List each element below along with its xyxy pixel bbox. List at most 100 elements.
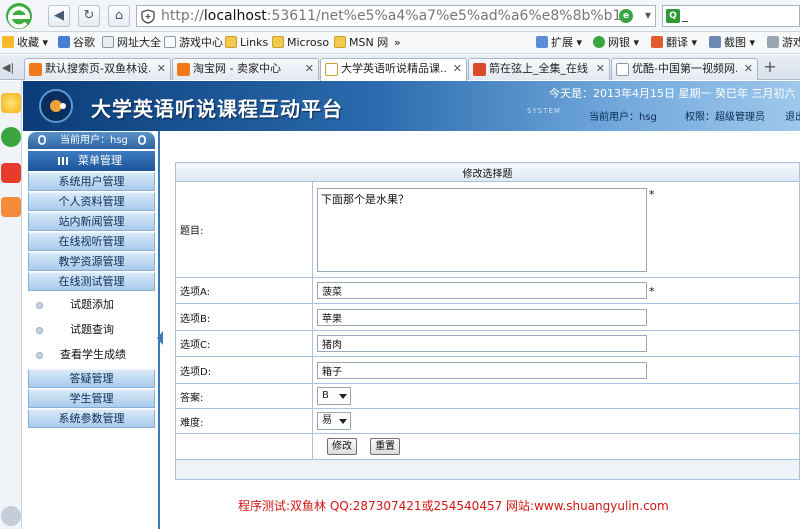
fav-extensions[interactable]: 扩展 ▾: [536, 35, 582, 51]
option-b-input[interactable]: [317, 308, 647, 326]
sidebar-subitem-query-question[interactable]: 试题查询: [28, 318, 155, 342]
fav-game-center[interactable]: 游戏中心: [164, 35, 223, 51]
sidebar-subitem-student-scores[interactable]: 查看学生成绩: [28, 343, 155, 367]
sidebar-item-profile[interactable]: 个人资料管理: [28, 192, 155, 211]
answer-label: 答案:: [175, 383, 313, 409]
fav-collect[interactable]: 收藏 ▾: [2, 35, 48, 51]
compat-mode-icon[interactable]: e: [619, 9, 633, 23]
fav-microsoft[interactable]: Microso: [272, 35, 329, 51]
url-dropdown-icon[interactable]: ▾: [645, 8, 651, 22]
game-icon: [767, 36, 779, 48]
web-app: 大学英语听说课程互动平台 今天是：2013年4月15日 星期一 癸巳年 三月初六…: [23, 81, 800, 529]
sidebar-item-news[interactable]: 站内新闻管理: [28, 212, 155, 231]
sidebar-item-students[interactable]: 学生管理: [28, 389, 155, 408]
url-input[interactable]: http://localhost:53611/net%e5%a4%a7%e5%a…: [136, 5, 656, 27]
history-clock-icon[interactable]: [1, 127, 21, 147]
fav-overflow[interactable]: »: [394, 35, 401, 51]
taobao-icon: [29, 63, 42, 76]
close-icon[interactable]: ✕: [157, 59, 166, 79]
fav-netbank[interactable]: 网银 ▾: [593, 35, 639, 51]
taobao-icon: [177, 63, 190, 76]
difficulty-select[interactable]: 易: [317, 412, 351, 430]
brand-logo-icon: [39, 89, 73, 123]
sidebar-item-qa[interactable]: 答疑管理: [28, 369, 155, 388]
sidebar-item-system-params[interactable]: 系统参数管理: [28, 409, 155, 428]
fav-google[interactable]: 谷歌: [58, 35, 95, 51]
question-textarea[interactable]: 下面那个是水果？: [317, 187, 647, 272]
fav-screenshot[interactable]: 截图 ▾: [709, 35, 755, 51]
folder-icon: [272, 36, 284, 48]
sidebar-item-resources[interactable]: 教学资源管理: [28, 252, 155, 271]
fav-game[interactable]: 游戏: [767, 35, 800, 51]
sidebar-toggle-icon[interactable]: ◀|: [2, 61, 14, 74]
browser-logo-icon: [6, 3, 32, 29]
screenshot-icon: [709, 36, 721, 48]
page-icon: [164, 36, 176, 48]
mail-icon[interactable]: [1, 197, 21, 217]
search-engine-icon[interactable]: Q: [666, 9, 680, 23]
weibo-icon[interactable]: [1, 163, 21, 183]
sidebar-item-online-test[interactable]: 在线测试管理: [28, 272, 155, 291]
sidebar-item-audio-video[interactable]: 在线视听管理: [28, 232, 155, 251]
option-c-input[interactable]: [317, 335, 647, 352]
browser-side-rail: [0, 81, 22, 529]
chevron-down-icon: [339, 419, 347, 424]
sidebar-menu: 当前用户：hsg 菜单管理 系统用户管理 个人资料管理 站内新闻管理 在线视听管…: [23, 131, 163, 529]
new-tab-button[interactable]: +: [762, 59, 778, 76]
back-icon[interactable]: ◀: [48, 5, 70, 27]
browser-address-bar: ◀ ↻ ⌂ http://localhost:53611/net%e5%a4%a…: [0, 0, 800, 32]
site-title: 大学英语听说课程互动平台: [91, 97, 343, 121]
option-a-input[interactable]: [317, 282, 647, 299]
folder-icon: [334, 36, 346, 48]
menu-title: 菜单管理: [28, 151, 155, 171]
today-date: 今天是：2013年4月15日 星期一 癸巳年 三月初六: [549, 87, 796, 100]
option-d-input[interactable]: [317, 361, 647, 379]
option-b-label: 选项B:: [175, 303, 313, 331]
question-label: 题目:: [175, 181, 313, 278]
header-permission: 权限：超级管理员: [685, 112, 765, 123]
difficulty-label: 难度:: [175, 408, 313, 434]
tab-taobao-seller[interactable]: 淘宝网 - 卖家中心 ✕: [172, 58, 319, 80]
close-icon[interactable]: ✕: [453, 59, 462, 79]
bullet-icon: [36, 302, 43, 309]
ku-icon: [473, 63, 486, 76]
close-icon[interactable]: ✕: [305, 59, 314, 79]
search-input[interactable]: Q _: [662, 5, 800, 27]
fav-links[interactable]: Links: [225, 35, 268, 51]
reset-button[interactable]: 重置: [370, 438, 401, 455]
refresh-icon[interactable]: ↻: [78, 5, 100, 27]
tab-college-english[interactable]: 大学英语听说精品课... ✕: [320, 58, 467, 81]
tab-drama[interactable]: 箭在弦上_全集_在线... ✕: [468, 58, 610, 80]
collapse-sidebar-icon[interactable]: [157, 331, 163, 345]
answer-select[interactable]: B: [317, 387, 351, 405]
binder-ring-icon: [138, 135, 146, 145]
site-banner: 大学英语听说课程互动平台 今天是：2013年4月15日 星期一 癸巳年 三月初六…: [23, 81, 800, 131]
tab-youku[interactable]: 优酷-中国第一视频网... ✕: [611, 58, 758, 80]
option-d-label: 选项D:: [175, 356, 313, 384]
settings-gear-icon[interactable]: [1, 506, 21, 526]
bullet-icon: [36, 327, 43, 334]
tab-default-search[interactable]: 默认搜索页-双鱼林设... ✕: [24, 58, 171, 80]
favorites-star-icon[interactable]: [1, 93, 21, 113]
asp-icon: [325, 63, 338, 76]
sidebar-item-system-users[interactable]: 系统用户管理: [28, 172, 155, 191]
sidebar-subitem-add-question[interactable]: 试题添加: [28, 293, 155, 317]
fav-msn[interactable]: MSN 网: [334, 35, 388, 51]
sidebar-current-user: 当前用户：hsg: [28, 132, 155, 149]
footer-credit: 程序测试:双鱼林 QQ:287307421或254540457 网站:www.s…: [238, 499, 669, 513]
fav-url-directory[interactable]: 网址大全: [102, 35, 161, 51]
logout-link[interactable]: 退出: [785, 108, 800, 123]
form-footer-row: [175, 459, 800, 480]
form-caption: 修改选择题: [175, 162, 800, 182]
bullet-icon: [36, 352, 43, 359]
close-icon[interactable]: ✕: [744, 59, 753, 79]
form-table: 修改选择题 题目: 下面那个是水果？* 选项A: * 选项B: 选项C:: [175, 162, 800, 480]
close-icon[interactable]: ✕: [596, 59, 605, 79]
fav-translate[interactable]: 翻译 ▾: [651, 35, 697, 51]
url-text: http://localhost:53611/net%e5%a4%a7%e5%a…: [161, 8, 621, 24]
modify-button[interactable]: 修改: [327, 438, 357, 455]
url-directory-icon: [102, 36, 114, 48]
tab-bar: ◀| 默认搜索页-双鱼林设... ✕ 淘宝网 - 卖家中心 ✕ 大学英语听说精品课.…: [0, 55, 800, 81]
home-icon[interactable]: ⌂: [108, 5, 130, 27]
binder-ring-icon: [38, 135, 46, 145]
